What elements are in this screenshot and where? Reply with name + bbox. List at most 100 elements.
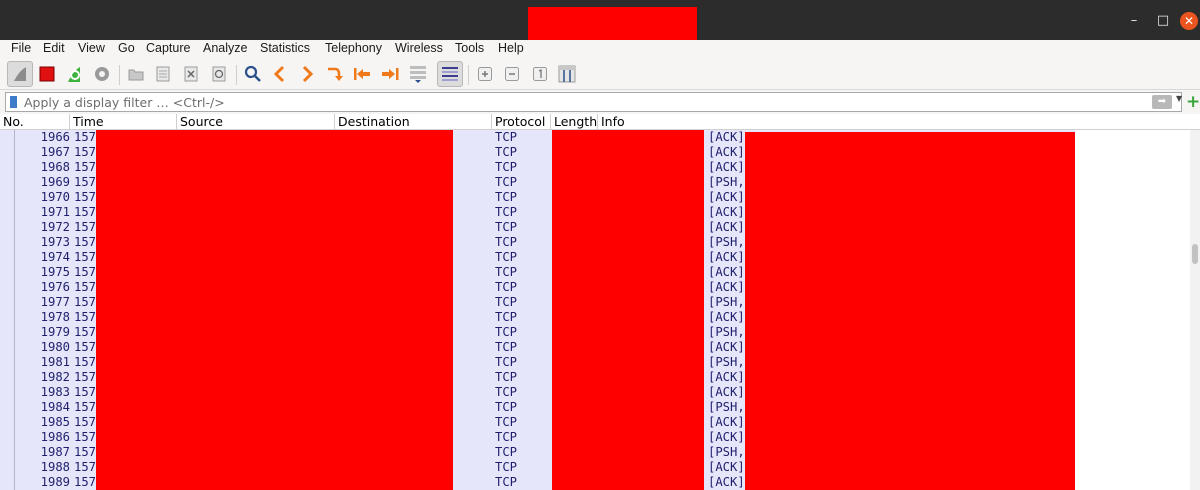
menu-telephony[interactable]: Telephony — [325, 40, 382, 58]
packet-info: [PSH, — [708, 325, 745, 339]
packet-protocol: TCP — [495, 340, 518, 354]
packet-number: 1983 — [40, 385, 70, 399]
packet-info: [ACK] — [708, 340, 745, 354]
packet-number: 1969 — [40, 175, 70, 189]
column-header-length[interactable]: Length — [551, 114, 598, 130]
first-packet-icon[interactable] — [349, 61, 375, 87]
find-packet-icon[interactable] — [240, 61, 266, 87]
packet-number: 1978 — [40, 310, 70, 324]
colorize-icon[interactable] — [437, 61, 463, 87]
packet-number: 1985 — [40, 415, 70, 429]
toolbar-separator — [236, 65, 237, 85]
add-filter-button-icon[interactable]: + — [1186, 90, 1200, 114]
packet-protocol: TCP — [495, 265, 518, 279]
packet-number: 1988 — [40, 460, 70, 474]
menu-tools[interactable]: Tools — [455, 40, 484, 58]
zoom-out-icon[interactable] — [499, 61, 525, 87]
open-file-icon[interactable] — [123, 61, 149, 87]
packet-protocol: TCP — [495, 175, 518, 189]
packet-list-header: No. Time Source Destination Protocol Len… — [0, 114, 1200, 130]
go-forward-icon[interactable] — [294, 61, 320, 87]
packet-info: [ACK] — [708, 130, 745, 144]
packet-info: [ACK] — [708, 475, 745, 489]
bookmark-icon[interactable] — [10, 96, 17, 108]
packet-number: 1976 — [40, 280, 70, 294]
packet-protocol: TCP — [495, 280, 518, 294]
redacted-window-title — [528, 7, 697, 41]
packet-protocol: TCP — [495, 460, 518, 474]
packet-number: 1981 — [40, 355, 70, 369]
packet-info: [ACK] — [708, 250, 745, 264]
packet-number: 1984 — [40, 400, 70, 414]
packet-number: 1974 — [40, 250, 70, 264]
packet-number: 1987 — [40, 445, 70, 459]
column-header-time[interactable]: Time — [70, 114, 177, 130]
packet-info: [ACK] — [708, 280, 745, 294]
stop-capture-icon[interactable] — [34, 61, 60, 87]
packet-number: 1986 — [40, 430, 70, 444]
packet-info: [ACK] — [708, 145, 745, 159]
packet-protocol: TCP — [495, 295, 518, 309]
display-filter-input[interactable] — [24, 93, 1134, 111]
packet-info: [PSH, — [708, 355, 745, 369]
window-titlebar: – □ ✕ — [0, 0, 1200, 41]
packet-protocol: TCP — [495, 160, 518, 174]
packet-number: 1970 — [40, 190, 70, 204]
menu-analyze[interactable]: Analyze — [203, 40, 247, 58]
normal-size-icon[interactable] — [527, 61, 553, 87]
restart-capture-icon[interactable] — [61, 61, 87, 87]
close-file-icon[interactable] — [178, 61, 204, 87]
menu-wireless[interactable]: Wireless — [395, 40, 443, 58]
menu-statistics[interactable]: Statistics — [260, 40, 310, 58]
go-back-icon[interactable] — [267, 61, 293, 87]
redacted-info-detail — [745, 132, 1075, 490]
column-header-no[interactable]: No. — [0, 114, 70, 130]
scrollbar-thumb[interactable] — [1192, 244, 1198, 264]
column-header-destination[interactable]: Destination — [335, 114, 492, 130]
menu-help[interactable]: Help — [498, 40, 524, 58]
packet-info: [ACK] — [708, 220, 745, 234]
empty-area — [1075, 130, 1200, 490]
packet-protocol: TCP — [495, 370, 518, 384]
column-header-source[interactable]: Source — [177, 114, 335, 130]
minimize-icon[interactable]: – — [1126, 13, 1142, 29]
go-to-packet-icon[interactable] — [321, 61, 347, 87]
packet-info: [ACK] — [708, 265, 745, 279]
packet-number: 1968 — [40, 160, 70, 174]
packet-protocol: TCP — [495, 475, 518, 489]
menu-edit[interactable]: Edit — [43, 40, 65, 58]
packet-info: [ACK] — [708, 310, 745, 324]
resize-columns-icon[interactable] — [554, 61, 580, 87]
auto-scroll-icon[interactable] — [405, 61, 431, 87]
column-header-info[interactable]: Info — [598, 114, 1075, 130]
packet-number: 1973 — [40, 235, 70, 249]
packet-info: [PSH, — [708, 400, 745, 414]
reload-file-icon[interactable] — [206, 61, 232, 87]
shark-fin-icon[interactable] — [7, 61, 33, 87]
last-packet-icon[interactable] — [377, 61, 403, 87]
zoom-in-icon[interactable] — [472, 61, 498, 87]
column-header-protocol[interactable]: Protocol — [492, 114, 551, 130]
save-file-icon[interactable] — [150, 61, 176, 87]
packet-protocol: TCP — [495, 145, 518, 159]
packet-info: [ACK] — [708, 370, 745, 384]
vertical-scrollbar[interactable] — [1190, 130, 1200, 490]
menu-go[interactable]: Go — [118, 40, 135, 58]
packet-protocol: TCP — [495, 190, 518, 204]
menu-file[interactable]: File — [11, 40, 31, 58]
apply-filter-arrow-icon[interactable]: ➡ — [1152, 95, 1172, 109]
packet-number: 1989 — [40, 475, 70, 489]
packet-info: [ACK] — [708, 385, 745, 399]
close-icon[interactable]: ✕ — [1180, 12, 1198, 30]
maximize-icon[interactable]: □ — [1155, 13, 1171, 29]
display-filter-bar: ➡ ▼ — [0, 90, 1200, 114]
menu-view[interactable]: View — [78, 40, 105, 58]
packet-number: 1977 — [40, 295, 70, 309]
menu-capture[interactable]: Capture — [146, 40, 190, 58]
packet-protocol: TCP — [495, 325, 518, 339]
capture-options-icon[interactable] — [89, 61, 115, 87]
chevron-down-icon[interactable]: ▼ — [1176, 94, 1182, 103]
redacted-time-source-destination — [96, 130, 453, 490]
toolbar-separator — [119, 65, 120, 85]
related-packet-indicator — [14, 130, 15, 490]
